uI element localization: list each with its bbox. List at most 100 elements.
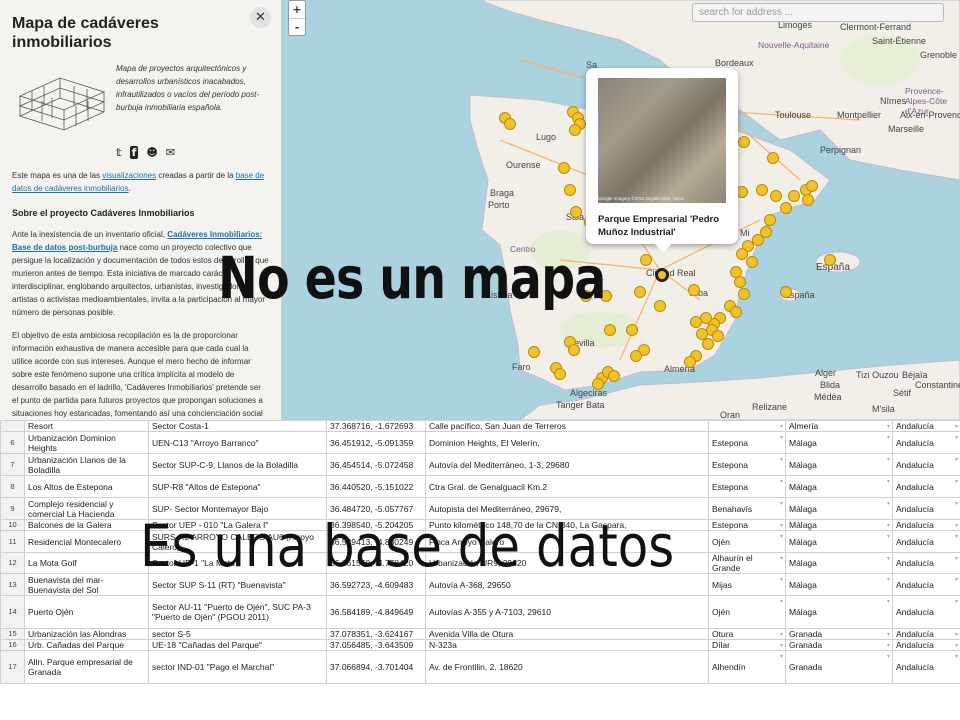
province-cell[interactable]: Málaga bbox=[785, 431, 893, 454]
table-row[interactable]: 14 Puerto Ojén Sector AU-11 "Puerto de Ojé… bbox=[0, 595, 960, 629]
popup-title[interactable]: Parque Empresarial 'Pedro Muñoz Industri… bbox=[598, 213, 726, 239]
map-marker[interactable] bbox=[824, 254, 836, 266]
project-name-cell[interactable]: Urbanización Dominion Heights bbox=[24, 431, 149, 454]
coordinates-cell[interactable]: 36.440520, -5.151022 bbox=[326, 475, 426, 498]
map-marker[interactable] bbox=[569, 124, 581, 136]
region-cell[interactable]: Andalucía bbox=[892, 650, 960, 684]
city-cell[interactable]: Dílar bbox=[708, 639, 786, 651]
coordinates-cell[interactable]: 36.451912, -5.091359 bbox=[326, 431, 426, 454]
map-marker[interactable] bbox=[564, 184, 576, 196]
project-name-cell[interactable]: Residencial Montecalero bbox=[24, 530, 149, 553]
sector-cell[interactable]: sector S-5 bbox=[148, 628, 327, 640]
map-marker[interactable] bbox=[734, 276, 746, 288]
project-name-cell[interactable]: Los Altos de Estepona bbox=[24, 475, 149, 498]
map-marker[interactable] bbox=[756, 184, 768, 196]
visualizaciones-link[interactable]: visualizaciones bbox=[102, 171, 156, 180]
sector-cell[interactable]: Sector Costa-1 bbox=[148, 420, 327, 432]
project-name-cell[interactable]: Balcones de la Galera bbox=[24, 519, 149, 531]
province-cell[interactable]: Granada bbox=[785, 628, 893, 640]
province-cell[interactable]: Málaga bbox=[785, 595, 893, 629]
region-cell[interactable]: Andalucía bbox=[892, 420, 960, 432]
address-cell[interactable]: Autovía del Mediterráneo, 1-3, 29680 bbox=[425, 453, 709, 476]
map-marker[interactable] bbox=[504, 118, 516, 130]
map-marker[interactable] bbox=[626, 324, 638, 336]
coordinates-cell[interactable]: 37.066894, -3.701404 bbox=[326, 650, 426, 684]
map-marker[interactable] bbox=[528, 346, 540, 358]
city-cell[interactable]: Alhendín bbox=[708, 650, 786, 684]
region-cell[interactable]: Andalucía bbox=[892, 497, 960, 520]
map-marker[interactable] bbox=[780, 202, 792, 214]
coordinates-cell[interactable]: 36.584189, -4.849649 bbox=[326, 595, 426, 629]
project-name-cell[interactable]: Urbanización las Alondras bbox=[24, 628, 149, 640]
project-name-cell[interactable]: Puerto Ojén bbox=[24, 595, 149, 629]
map-marker[interactable] bbox=[604, 324, 616, 336]
map-marker[interactable] bbox=[802, 194, 814, 206]
zoom-in-button[interactable]: + bbox=[289, 1, 305, 18]
province-cell[interactable]: Almería bbox=[785, 420, 893, 432]
coordinates-cell[interactable]: 37.056485, -3.643509 bbox=[326, 639, 426, 651]
city-cell[interactable] bbox=[708, 420, 786, 432]
sector-cell[interactable]: UE-18 "Cañadas del Parque" bbox=[148, 639, 327, 651]
address-cell[interactable]: Dominion Heights, El Velerín, bbox=[425, 431, 709, 454]
table-row[interactable]: 7 Urbanización Llanos de la Boladilla Sect… bbox=[0, 453, 960, 476]
close-sidebar-button[interactable]: ✕ bbox=[250, 7, 271, 28]
region-cell[interactable]: Andalucía bbox=[892, 552, 960, 574]
province-cell[interactable]: Granada bbox=[785, 639, 893, 651]
address-cell[interactable]: Av. de Frontilin, 2. 18620 bbox=[425, 650, 709, 684]
region-cell[interactable]: Andalucía bbox=[892, 573, 960, 596]
map-marker[interactable] bbox=[738, 288, 750, 300]
project-name-cell[interactable]: La Mota Golf bbox=[24, 552, 149, 574]
map-marker[interactable] bbox=[558, 162, 570, 174]
map-marker[interactable] bbox=[702, 338, 714, 350]
map-marker[interactable] bbox=[640, 254, 652, 266]
map-marker[interactable] bbox=[592, 378, 604, 390]
map-marker[interactable] bbox=[770, 190, 782, 202]
address-search-input[interactable]: search for address ... bbox=[692, 3, 944, 22]
region-cell[interactable]: Andalucía bbox=[892, 595, 960, 629]
city-cell[interactable]: Ojén bbox=[708, 595, 786, 629]
city-cell[interactable]: Estepona bbox=[708, 475, 786, 498]
region-cell[interactable]: Andalucía bbox=[892, 519, 960, 531]
city-cell[interactable]: Estepona bbox=[708, 453, 786, 476]
mail-icon[interactable]: ✉ bbox=[166, 146, 175, 159]
address-cell[interactable]: Autovías A-355 y A-7103, 29610 bbox=[425, 595, 709, 629]
province-cell[interactable]: Málaga bbox=[785, 573, 893, 596]
table-row[interactable]: 15 Urbanización las Alondras sector S-5 37.… bbox=[0, 628, 960, 640]
address-cell[interactable]: Avenida Villa de Otura bbox=[425, 628, 709, 640]
twitter-icon[interactable]: 𝕥 bbox=[116, 146, 122, 159]
table-row[interactable]: Resort Sector Costa-1 37.368716, -1.672693… bbox=[0, 420, 960, 432]
github-icon[interactable]: ☻ bbox=[146, 146, 157, 159]
map-marker[interactable] bbox=[712, 330, 724, 342]
map-marker[interactable] bbox=[630, 350, 642, 362]
map-marker[interactable] bbox=[634, 286, 646, 298]
coordinates-cell[interactable]: 37.078351, -3.624167 bbox=[326, 628, 426, 640]
map-marker[interactable] bbox=[738, 136, 750, 148]
map-marker[interactable] bbox=[608, 370, 620, 382]
province-cell[interactable]: Málaga bbox=[785, 475, 893, 498]
table-row[interactable]: 17 Alln. Parque empresarial de Granada sec… bbox=[0, 650, 960, 684]
province-cell[interactable]: Málaga bbox=[785, 552, 893, 574]
city-cell[interactable]: Otura bbox=[708, 628, 786, 640]
project-name-cell[interactable]: Urb. Cañadas del Parque bbox=[24, 639, 149, 651]
sector-cell[interactable]: Sector SUP-C-9, Llanos de la Boladilla bbox=[148, 453, 327, 476]
map-marker[interactable] bbox=[767, 152, 779, 164]
table-row[interactable]: 8 Los Altos de Estepona SUP-R8 "Altos de E… bbox=[0, 475, 960, 498]
sector-cell[interactable]: SUP-R8 "Altos de Estepona" bbox=[148, 475, 327, 498]
city-cell[interactable]: Alhaurín el Grande bbox=[708, 552, 786, 574]
address-cell[interactable]: N-323a bbox=[425, 639, 709, 651]
map-marker[interactable] bbox=[780, 286, 792, 298]
sector-cell[interactable]: sector IND-01 "Pago el Marchal" bbox=[148, 650, 327, 684]
city-cell[interactable]: Mijas bbox=[708, 573, 786, 596]
address-cell[interactable]: Ctra Gral. de Genalguacil Km.2 bbox=[425, 475, 709, 498]
map-marker[interactable] bbox=[788, 190, 800, 202]
province-cell[interactable]: Málaga bbox=[785, 530, 893, 553]
project-name-cell[interactable]: Resort bbox=[24, 420, 149, 432]
table-row[interactable]: 16 Urb. Cañadas del Parque UE-18 "Cañadas … bbox=[0, 639, 960, 651]
province-cell[interactable]: Granada bbox=[785, 650, 893, 684]
region-cell[interactable]: Andalucía bbox=[892, 639, 960, 651]
facebook-icon[interactable]: f bbox=[129, 146, 139, 159]
map-marker[interactable] bbox=[746, 256, 758, 268]
province-cell[interactable]: Málaga bbox=[785, 453, 893, 476]
map-marker[interactable] bbox=[690, 316, 702, 328]
address-cell[interactable]: Calle pacífico, San Juan de Terreros bbox=[425, 420, 709, 432]
